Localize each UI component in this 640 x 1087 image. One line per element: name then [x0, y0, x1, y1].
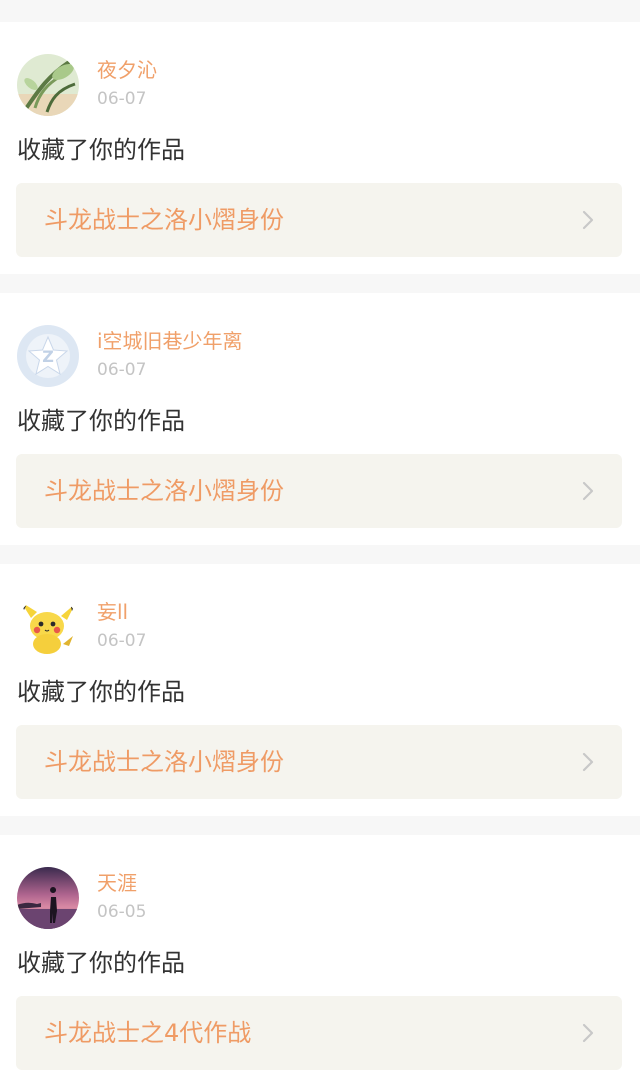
chevron-right-icon [576, 1021, 600, 1045]
work-link[interactable]: 斗龙战士之4代作战 [16, 996, 622, 1070]
chevron-right-icon [576, 208, 600, 232]
username[interactable]: 夜夕沁 [97, 58, 157, 82]
notification-card: 天涯 06-05 收藏了你的作品 斗龙战士之4代作战 [0, 835, 640, 1087]
work-link[interactable]: 斗龙战士之洛小熠身份 [16, 183, 622, 257]
action-text: 收藏了你的作品 [17, 949, 185, 977]
pikachu-avatar-icon [17, 596, 79, 658]
timestamp: 06-07 [97, 360, 147, 380]
username[interactable]: i空城旧巷少年离 [97, 329, 243, 353]
avatar[interactable] [17, 867, 79, 929]
avatar[interactable] [17, 596, 79, 658]
username[interactable]: 妄ll [97, 600, 128, 624]
work-title: 斗龙战士之洛小熠身份 [44, 477, 284, 505]
plant-illustration-avatar-icon [17, 54, 79, 116]
chevron-right-icon [576, 750, 600, 774]
timestamp: 06-05 [97, 902, 147, 922]
sunset-silhouette-avatar-icon [17, 867, 79, 929]
avatar[interactable]: Z [17, 325, 79, 387]
timestamp: 06-07 [97, 89, 147, 109]
action-text: 收藏了你的作品 [17, 136, 185, 164]
action-text: 收藏了你的作品 [17, 407, 185, 435]
work-link[interactable]: 斗龙战士之洛小熠身份 [16, 454, 622, 528]
notification-card: 夜夕沁 06-07 收藏了你的作品 斗龙战士之洛小熠身份 [0, 22, 640, 274]
work-title: 斗龙战士之洛小熠身份 [44, 748, 284, 776]
work-title: 斗龙战士之洛小熠身份 [44, 206, 284, 234]
timestamp: 06-07 [97, 631, 147, 651]
chevron-right-icon [576, 479, 600, 503]
notification-feed: 夜夕沁 06-07 收藏了你的作品 斗龙战士之洛小熠身份 Z i空城旧巷少年离 … [0, 0, 640, 1087]
action-text: 收藏了你的作品 [17, 678, 185, 706]
username[interactable]: 天涯 [97, 871, 137, 895]
work-title: 斗龙战士之4代作战 [44, 1019, 252, 1047]
svg-text:Z: Z [42, 347, 54, 366]
notification-card: 妄ll 06-07 收藏了你的作品 斗龙战士之洛小熠身份 [0, 564, 640, 816]
default-star-avatar-icon: Z [17, 325, 79, 387]
notification-card: Z i空城旧巷少年离 06-07 收藏了你的作品 斗龙战士之洛小熠身份 [0, 293, 640, 545]
avatar[interactable] [17, 54, 79, 116]
work-link[interactable]: 斗龙战士之洛小熠身份 [16, 725, 622, 799]
